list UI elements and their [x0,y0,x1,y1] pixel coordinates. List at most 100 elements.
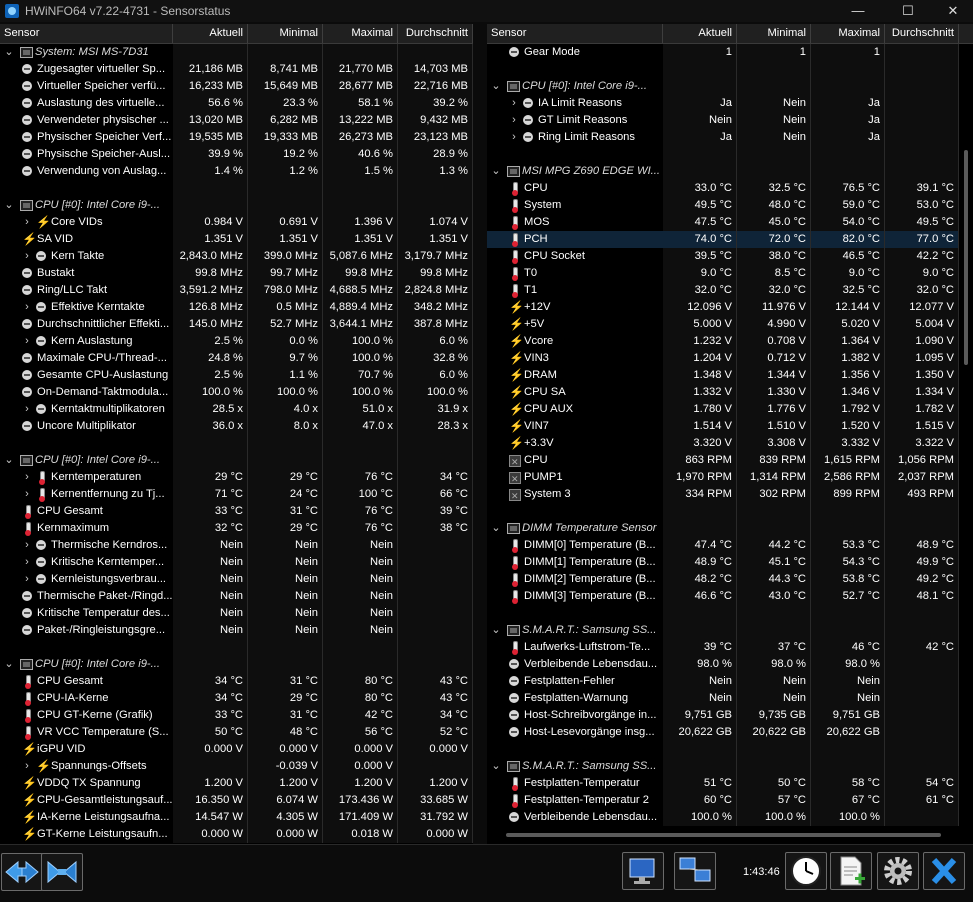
header-max[interactable]: Maximal [811,24,885,43]
sensor-row[interactable]: Host-Schreibvorgänge in... 9,751 GB 9,735 … [487,707,973,724]
expand-chevron-icon[interactable]: › [22,301,32,314]
minimize-button[interactable]: — [835,0,881,22]
expand-left-button[interactable] [1,853,43,891]
sensor-row[interactable]: DIMM[1] Temperature (B... 48.9 °C 45.1 °C 5… [487,554,973,571]
sensor-group-row[interactable]: ⌄ CPU [#0]: Intel Core i9-... [0,452,473,469]
sensor-row[interactable]: › Effektive Kerntakte 126.8 MHz 0.5 MHz 4,88… [0,299,473,316]
sensor-row[interactable]: ⚡ +5V 5.000 V 4.990 V 5.020 V 5.004 V [487,316,973,333]
collapse-chevron-icon[interactable]: ⌄ [491,165,501,178]
sensor-row[interactable]: CPU Gesamt 33 °C 31 °C 76 °C 39 °C [0,503,473,520]
left-sensor-table[interactable]: Sensor Aktuell Minimal Maximal Durchschn… [0,24,473,844]
sensor-row[interactable]: Kernmaximum 32 °C 29 °C 76 °C 38 °C [0,520,473,537]
sensor-row[interactable]: Paket-/Ringleistungsgre... Nein Nein Nein [0,622,473,639]
sensor-row[interactable]: ⚡ +3.3V 3.320 V 3.308 V 3.332 V 3.322 V [487,435,973,452]
sensor-row[interactable]: Ring/LLC Takt 3,591.2 MHz 798.0 MHz 4,688.5… [0,282,473,299]
sensor-row[interactable]: MOS 47.5 °C 45.0 °C 54.0 °C 49.5 °C [487,214,973,231]
sensor-row[interactable]: Laufwerks-Luftstrom-Te... 39 °C 37 °C 46 °C… [487,639,973,656]
sensor-row[interactable]: ⚡ CPU-Gesamtleistungsauf... 16.350 W 6.074 … [0,792,473,809]
vertical-scrollbar[interactable] [964,150,968,365]
sensor-row[interactable]: CPU GT-Kerne (Grafik) 33 °C 31 °C 42 °C 34 °… [0,707,473,724]
sensor-row[interactable]: › Thermische Kerndros... Nein Nein Nein [0,537,473,554]
sensor-row[interactable]: Auslastung des virtuelle... 56.6 % 23.3 % 5… [0,95,473,112]
expand-chevron-icon[interactable]: › [22,760,32,773]
sensor-row[interactable]: Festplatten-Warnung Nein Nein Nein [487,690,973,707]
sensor-row[interactable]: ⚡ iGPU VID 0.000 V 0.000 V 0.000 V 0.000 V [0,741,473,758]
sensor-row[interactable]: › Ring Limit Reasons Ja Nein Ja [487,129,973,146]
sensor-row[interactable]: Thermische Paket-/Ringd... Nein Nein Nein [0,588,473,605]
sensor-row[interactable]: Festplatten-Fehler Nein Nein Nein [487,673,973,690]
sensor-row[interactable]: ⚡ GT-Kerne Leistungsaufn... 0.000 W 0.000 W… [0,826,473,843]
sensors-window-button[interactable] [622,852,664,890]
sensor-row[interactable]: CPU Socket 39.5 °C 38.0 °C 46.5 °C 42.2 °C [487,248,973,265]
sensor-row[interactable]: Verbleibende Lebensdau... 100.0 % 100.0 % 1… [487,809,973,826]
collapse-chevron-icon[interactable]: ⌄ [4,658,14,671]
sensor-row[interactable]: CPU 33.0 °C 32.5 °C 76.5 °C 39.1 °C [487,180,973,197]
collapse-chevron-icon[interactable]: ⌄ [4,454,14,467]
collapse-chevron-icon[interactable]: ⌄ [491,624,501,637]
sensor-row[interactable]: Physische Speicher-Ausl... 39.9 % 19.2 % 40… [0,146,473,163]
sensor-group-row[interactable]: ⌄ CPU [#0]: Intel Core i9-... [0,197,473,214]
sensor-row[interactable]: › Kern Takte 2,843.0 MHz 399.0 MHz 5,087.6 M… [0,248,473,265]
collapse-chevron-icon[interactable]: ⌄ [4,46,14,59]
close-window-button[interactable]: ✕ [930,0,973,22]
sensor-row[interactable]: VR VCC Temperature (S... 50 °C 48 °C 56 °C 5… [0,724,473,741]
sensor-group-row[interactable]: ⌄ S.M.A.R.T.: Samsung SS... [487,622,973,639]
sensor-row[interactable]: ⚡ VIN3 1.204 V 0.712 V 1.382 V 1.095 V [487,350,973,367]
sensor-group-row[interactable]: ⌄ CPU [#0]: Intel Core i9-... [487,78,973,95]
sensor-row[interactable]: PUMP1 1,970 RPM1,314 RPM2,586 RPM2,037 RP… [487,469,973,486]
header-current[interactable]: Aktuell [173,24,248,43]
header-sensor[interactable]: Sensor [0,24,173,43]
sensor-row[interactable]: Verwendeter physischer ... 13,020 MB 6,282… [0,112,473,129]
expand-chevron-icon[interactable]: › [22,573,32,586]
sensor-row[interactable]: › Kerntemperaturen 29 °C 29 °C 76 °C 34 °C [0,469,473,486]
sensor-row[interactable]: CPU-IA-Kerne 34 °C 29 °C 80 °C 43 °C [0,690,473,707]
sensor-group-row[interactable]: ⌄ DIMM Temperature Sensor [487,520,973,537]
expand-chevron-icon[interactable]: › [22,556,32,569]
sensor-row[interactable]: ⚡ DRAM 1.348 V 1.344 V 1.356 V 1.350 V [487,367,973,384]
network-button[interactable] [674,852,716,890]
expand-chevron-icon[interactable]: › [22,471,32,484]
sensor-row[interactable]: › Kerntaktmultiplikatoren 28.5 x 4.0 x 51.0 … [0,401,473,418]
sensor-row[interactable]: Verbleibende Lebensdau... 98.0 % 98.0 % 98.… [487,656,973,673]
sensor-row[interactable]: Virtueller Speicher verfü... 16,233 MB 15,… [0,78,473,95]
collapse-chevron-icon[interactable]: ⌄ [491,522,501,535]
reset-timer-button[interactable] [785,852,827,890]
header-current[interactable]: Aktuell [663,24,737,43]
sensor-row[interactable]: Festplatten-Temperatur 51 °C 50 °C 58 °C 54 … [487,775,973,792]
sensor-row[interactable]: Durchschnittlicher Effekti... 145.0 MHz 52… [0,316,473,333]
expand-chevron-icon[interactable]: › [22,335,32,348]
sensor-row[interactable]: T0 9.0 °C 8.5 °C 9.0 °C 9.0 °C [487,265,973,282]
header-min[interactable]: Minimal [737,24,811,43]
expand-chevron-icon[interactable]: › [22,539,32,552]
right-sensor-table[interactable]: Sensor Aktuell Minimal Maximal Durchschn… [487,24,973,844]
sensor-row[interactable]: DIMM[3] Temperature (B... 46.6 °C 43.0 °C 5… [487,588,973,605]
sensor-row[interactable]: Physischer Speicher Verf... 19,535 MB 19,3… [0,129,473,146]
sensor-row[interactable]: › Kernentfernung zu Tj... 71 °C 24 °C 100 °C… [0,486,473,503]
sensor-row[interactable]: Uncore Multiplikator 36.0 x 8.0 x 47.0 x 28.… [0,418,473,435]
sensor-row[interactable]: › Kritische Kerntemper... Nein Nein Nein [0,554,473,571]
expand-chevron-icon[interactable]: › [509,114,519,127]
close-app-button[interactable] [923,852,965,890]
sensor-row[interactable]: Zugesagter virtueller Sp... 21,186 MB 8,74… [0,61,473,78]
sensor-row[interactable]: ⚡ Vcore 1.232 V 0.708 V 1.364 V 1.090 V [487,333,973,350]
sensor-row[interactable]: Gear Mode 1 1 1 [487,44,973,61]
expand-chevron-icon[interactable]: › [22,250,32,263]
sensor-group-row[interactable]: ⌄ S.M.A.R.T.: Samsung SS... [487,758,973,775]
collapse-chevron-icon[interactable]: ⌄ [491,760,501,773]
sensor-row[interactable]: ⚡ IA-Kerne Leistungsaufna... 14.547 W 4.305… [0,809,473,826]
collapse-chevron-icon[interactable]: ⌄ [491,80,501,93]
header-avg[interactable]: Durchschnitt [398,24,473,43]
header-sensor[interactable]: Sensor [487,24,663,43]
sensor-row[interactable]: System 3 334 RPM302 RPM899 RPM493 RPM [487,486,973,503]
sensor-row[interactable]: CPU 863 RPM839 RPM1,615 RPM1,056 RPM [487,452,973,469]
sensor-row[interactable]: DIMM[2] Temperature (B... 48.2 °C 44.3 °C 5… [487,571,973,588]
sensor-row[interactable]: › ⚡ Spannungs-Offsets -0.039 V 0.000 V [0,758,473,775]
sensor-row[interactable]: CPU Gesamt 34 °C 31 °C 80 °C 43 °C [0,673,473,690]
collapse-right-button[interactable] [41,853,83,891]
sensor-group-row[interactable]: ⌄ System: MSI MS-7D31 [0,44,473,61]
sensor-row[interactable]: T1 32.0 °C 32.0 °C 32.5 °C 32.0 °C [487,282,973,299]
header-min[interactable]: Minimal [248,24,323,43]
collapse-chevron-icon[interactable]: ⌄ [4,199,14,212]
maximize-button[interactable]: ☐ [885,0,931,22]
sensor-row[interactable]: ⚡ CPU SA 1.332 V 1.330 V 1.346 V 1.334 V [487,384,973,401]
